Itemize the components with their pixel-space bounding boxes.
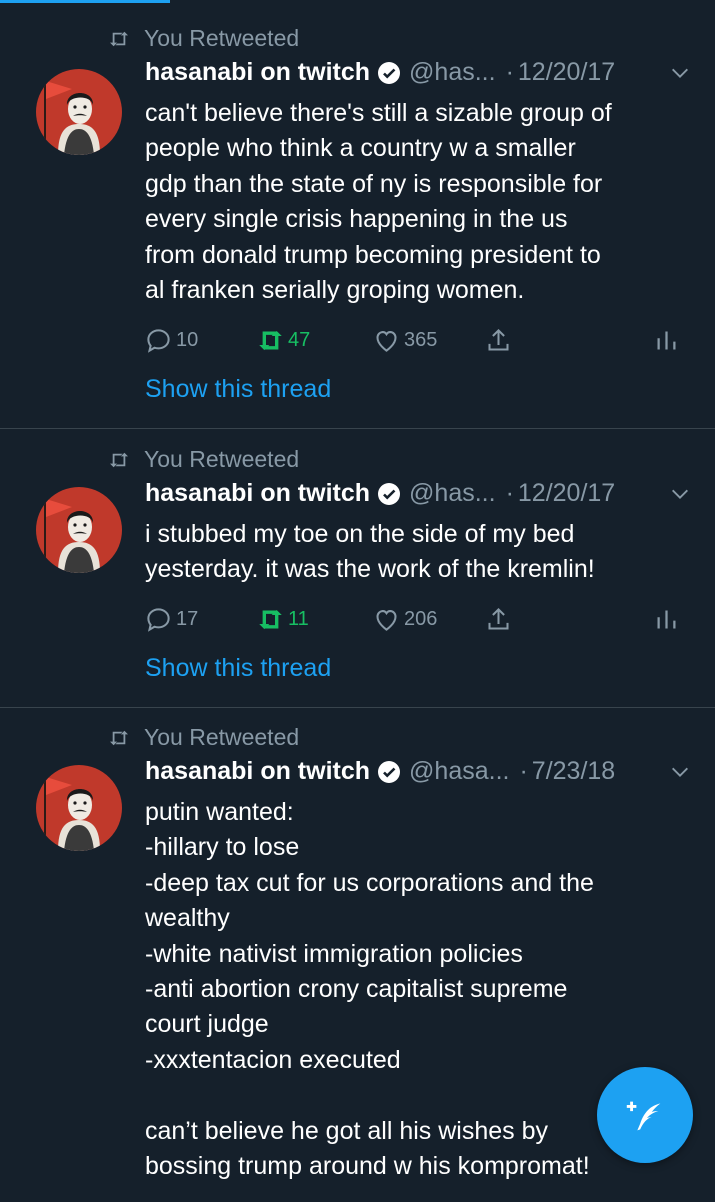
tweet[interactable]: You Retweeted hasanabi on twitch @has...… — [0, 0, 715, 429]
reply-count: 10 — [176, 329, 199, 351]
author-handle[interactable]: @has... — [409, 479, 496, 508]
reply-icon — [147, 329, 170, 353]
chevron-down-icon[interactable] — [669, 483, 691, 505]
tweet[interactable]: You Retweeted hasanabi on twitch @has...… — [0, 429, 715, 708]
retweet-count: 47 — [288, 329, 311, 351]
tweet-actions: 10 47 365 — [145, 327, 685, 359]
tweet-header: hasanabi on twitch @has... · 12/20/17 — [145, 479, 691, 508]
tweet-text: i stubbed my toe on the side of my bed y… — [145, 520, 595, 584]
avatar[interactable] — [36, 765, 122, 851]
retweet-icon — [259, 330, 282, 351]
heart-icon — [376, 610, 397, 631]
separator-dot: · — [505, 58, 514, 86]
author-handle[interactable]: @has... — [409, 58, 496, 87]
verified-badge-icon — [378, 61, 401, 84]
heart-icon — [376, 331, 397, 352]
author-name[interactable]: hasanabi on twitch — [145, 479, 370, 508]
verified-badge-icon — [378, 760, 401, 783]
reply-button[interactable]: 10 — [145, 327, 198, 354]
like-count: 206 — [404, 608, 438, 630]
share-icon — [488, 607, 509, 630]
verified-badge-icon — [378, 482, 401, 505]
retweet-context: You Retweeted — [108, 724, 299, 751]
reply-count: 17 — [176, 608, 199, 630]
tweet-header: hasanabi on twitch @has... · 12/20/17 — [145, 58, 691, 87]
tweet-text: can't believe there's still a sizable gr… — [145, 99, 612, 305]
share-icon — [488, 328, 509, 351]
compose-tweet-button[interactable] — [597, 1067, 693, 1163]
author-name[interactable]: hasanabi on twitch — [145, 58, 370, 87]
tweet-header: hasanabi on twitch @hasa... · 7/23/18 — [145, 757, 691, 786]
separator-dot: · — [519, 757, 528, 785]
tweet-date[interactable]: 12/20/17 — [518, 58, 615, 87]
show-thread-link[interactable]: Show this thread — [145, 375, 331, 404]
like-button[interactable]: 365 — [373, 327, 437, 354]
share-button[interactable] — [485, 606, 512, 633]
analytics-button[interactable] — [653, 327, 680, 354]
show-thread-link[interactable]: Show this thread — [145, 654, 331, 683]
like-button[interactable]: 206 — [373, 606, 437, 633]
reply-icon — [147, 608, 170, 632]
tweet-date[interactable]: 12/20/17 — [518, 479, 615, 508]
retweet-count: 11 — [288, 608, 309, 630]
retweet-icon — [110, 730, 128, 745]
tweet-date[interactable]: 7/23/18 — [532, 757, 615, 786]
analytics-button[interactable] — [653, 606, 680, 633]
retweet-icon — [259, 609, 282, 630]
retweet-context-label: You Retweeted — [144, 724, 300, 750]
analytics-icon — [657, 610, 676, 629]
compose-tweet-icon — [626, 1101, 661, 1131]
retweet-button[interactable]: 11 — [257, 606, 309, 633]
retweet-context: You Retweeted — [108, 446, 299, 473]
tweet-actions: 17 11 206 — [145, 606, 685, 638]
reply-button[interactable]: 17 — [145, 606, 198, 633]
share-button[interactable] — [485, 327, 512, 354]
retweet-icon — [110, 452, 128, 467]
chevron-down-icon[interactable] — [669, 761, 691, 783]
avatar[interactable] — [36, 487, 122, 573]
retweet-context-label: You Retweeted — [144, 25, 300, 51]
avatar[interactable] — [36, 69, 122, 155]
retweet-context-label: You Retweeted — [144, 446, 300, 472]
author-handle[interactable]: @hasa... — [409, 757, 509, 786]
separator-dot: · — [505, 479, 514, 507]
chevron-down-icon[interactable] — [669, 62, 691, 84]
retweet-context: You Retweeted — [108, 25, 299, 52]
retweet-button[interactable]: 47 — [257, 327, 310, 354]
analytics-icon — [657, 331, 676, 350]
like-count: 365 — [404, 329, 438, 351]
author-name[interactable]: hasanabi on twitch — [145, 757, 370, 786]
retweet-icon — [110, 31, 128, 46]
